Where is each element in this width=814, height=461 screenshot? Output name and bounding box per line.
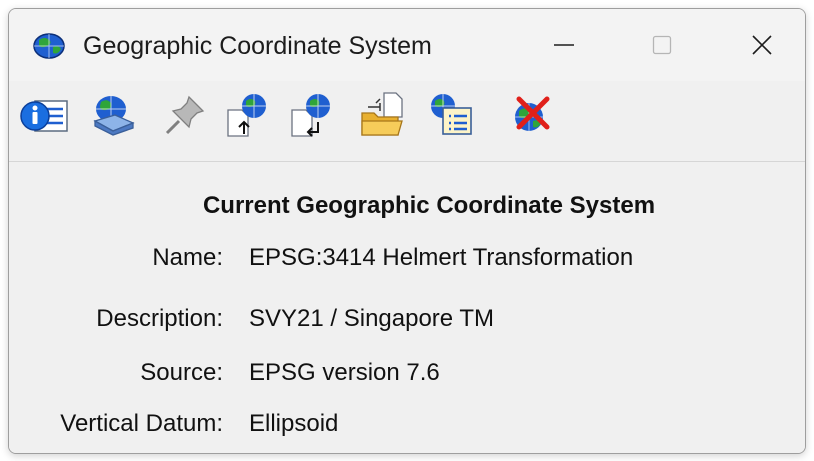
description-value: SVY21 / Singapore TM [249,305,495,332]
globe-file-export-icon [291,94,330,137]
library-button[interactable] [85,85,141,145]
pushpin-icon [165,95,205,135]
window-title: Geographic Coordinate System [83,32,432,60]
minimize-icon [554,44,574,46]
source-value: EPSG version 7.6 [249,359,440,386]
name-label: Name: [152,244,223,271]
section-heading: Current Geographic Coordinate System [202,192,656,219]
vertical-datum-label: Vertical Datum: [60,410,223,437]
minimize-button[interactable] [511,9,617,81]
description-label: Description: [96,305,223,332]
details-panel: Current Geographic Coordinate System Nam… [9,161,805,453]
maximize-button[interactable] [609,9,715,81]
name-row: Name: EPSG:3414 Helmert Transformation [9,244,805,280]
close-button[interactable] [709,9,805,81]
globe-list-icon [431,94,472,135]
toolbar [9,81,805,159]
import-button[interactable] [219,85,275,145]
properties-button[interactable] [423,85,479,145]
info-list-icon [20,100,68,132]
source-row: Source: EPSG version 7.6 [9,359,805,395]
globe-database-icon [93,96,135,136]
export-button[interactable] [283,85,339,145]
maximize-icon [652,35,672,55]
globe-delete-icon [515,96,550,131]
pin-button[interactable] [157,85,213,145]
title-bar[interactable]: Geographic Coordinate System [9,9,805,81]
source-label: Source: [140,359,223,386]
info-button[interactable] [17,85,73,145]
folder-file-icon [361,92,403,136]
name-value: EPSG:3414 Helmert Transformation [249,244,634,271]
globe-file-import-icon [227,94,266,137]
vertical-datum-row: Vertical Datum: Ellipsoid [9,410,805,446]
description-row: Description: SVY21 / Singapore TM [9,305,805,341]
globe-app-icon [33,33,65,59]
open-file-button[interactable] [355,85,411,145]
close-icon [752,35,772,55]
delete-button[interactable] [503,85,559,145]
dialog-window: Geographic Coordinate System Current Geo… [8,8,806,454]
vertical-datum-value: Ellipsoid [249,410,339,437]
